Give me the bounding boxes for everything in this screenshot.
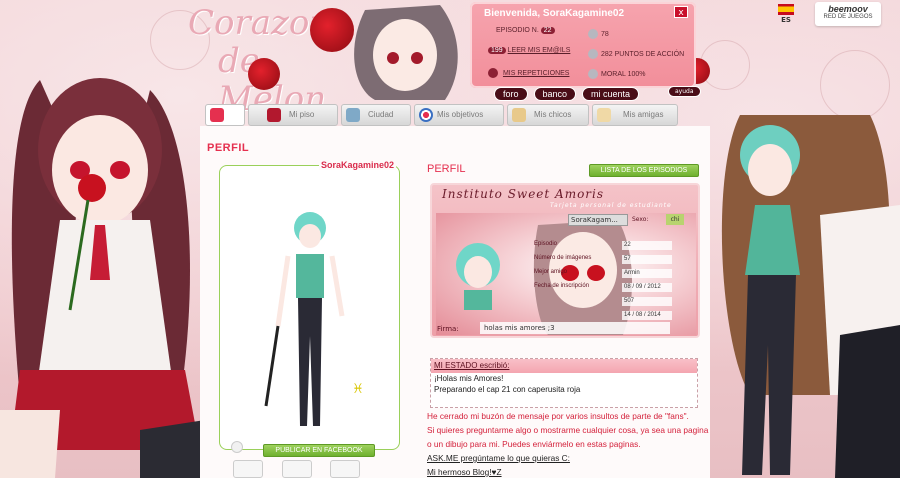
card-field-label: Mejor amigo <box>534 269 568 275</box>
diamond-icon <box>588 29 598 39</box>
episode-label: EPISODIO N. <box>496 27 539 34</box>
card-sex-label: Sexo: <box>632 216 649 223</box>
card-name-value: SoraKagam... <box>568 214 628 226</box>
publish-facebook-button[interactable]: PUBLICAR EN FACEBOOK <box>263 444 375 457</box>
girl-icon <box>597 108 611 122</box>
tab-mis-objetivos[interactable]: Mis objetivos <box>414 104 504 126</box>
spain-flag-icon <box>778 4 794 15</box>
card-field-value: 22 <box>622 241 672 250</box>
welcome-title: Bienvenida, SoraKagamine02 <box>484 8 625 19</box>
status-line: Preparando el cap 21 con caperusita roja <box>434 385 581 394</box>
card-field-value: Armin <box>622 269 672 278</box>
card-field-value: 08 / 09 / 2012 <box>622 283 672 292</box>
card-field-value: 507 <box>622 297 672 306</box>
tab-mis-amigas[interactable]: Mis amigas <box>592 104 678 126</box>
home-icon <box>210 108 224 122</box>
avatar-frame <box>219 165 400 450</box>
rose-decoration <box>248 58 280 90</box>
profile-panel: PERFIL SoraKagamine02 ♓ PUBLICAR EN FACE… <box>200 126 710 478</box>
card-field-value: 57 <box>622 255 672 264</box>
header-character-art <box>354 5 458 100</box>
card-sex-value: chi <box>666 214 684 225</box>
card-avatar-portrait <box>456 243 500 310</box>
pen-icon[interactable] <box>282 460 312 478</box>
signature-label: Firma: <box>437 325 459 333</box>
diamonds-value: 78 <box>601 30 609 38</box>
card-field-value: 14 / 08 / 2014 <box>622 311 672 320</box>
status-heading: MI ESTADO escribió: <box>431 359 697 373</box>
diamonds-row: 78 <box>588 29 609 39</box>
replay-icon <box>488 68 498 78</box>
replays-link[interactable]: MIS REPETICIONES <box>503 70 570 77</box>
card-subtitle: Tarjeta personal de estudiante <box>550 202 672 209</box>
network-brand: beemoov <box>828 4 868 14</box>
tab-mi-piso[interactable]: Mi piso <box>248 104 338 126</box>
tab-label: Mi piso <box>289 110 315 119</box>
zodiac-icon: ♓ <box>352 382 364 397</box>
language-selector[interactable]: ES <box>776 2 796 28</box>
section-title: PERFIL <box>427 163 466 175</box>
my-account-link[interactable]: mi cuenta <box>582 87 640 101</box>
bank-link[interactable]: banco <box>533 87 577 101</box>
episodes-list-button[interactable]: LISTA DE LOS EPISODIOS <box>589 164 699 177</box>
bio-text: He cerrado mi buzón de mensaje por vario… <box>427 409 709 478</box>
mail-row[interactable]: 199 LEER MIS EM@ILS <box>488 47 570 54</box>
morale-value: MORAL 100% <box>601 70 646 78</box>
top-links: foro banco mi cuenta <box>494 87 640 101</box>
bio-line: Si quieres preguntarme algo o mostrarme … <box>427 425 709 449</box>
right-character-art <box>721 115 900 478</box>
welcome-panel: Bienvenida, SoraKagamine02 x EPISODIO N.… <box>470 2 696 88</box>
tab-mis-chicos[interactable]: Mis chicos <box>507 104 589 126</box>
card-title: Instituto Sweet Amoris <box>442 187 605 201</box>
close-button[interactable]: x <box>674 6 688 18</box>
morale-row: MORAL 100% <box>588 69 645 79</box>
avatar-username: SoraKagamine02 <box>319 160 397 170</box>
lock-icon[interactable] <box>233 460 263 478</box>
status-line: ¡Holas mis Amores! <box>434 374 504 383</box>
boy-icon <box>512 108 526 122</box>
page-title: PERFIL <box>207 142 250 154</box>
tab-label: Ciudad <box>368 110 394 119</box>
action-points-value: 282 PUNTOS DE ACCIÓN <box>601 50 685 58</box>
help-link[interactable]: ayuda <box>668 86 701 97</box>
ask-me-link[interactable]: ASK.ME pregúntame lo que quieras C: <box>427 451 709 465</box>
radio-option[interactable] <box>231 441 243 453</box>
heart-icon <box>588 69 598 79</box>
tab-label: Mis amigas <box>623 110 664 119</box>
status-box: MI ESTADO escribió: ¡Holas mis Amores! P… <box>430 358 698 408</box>
card-field-label: Fecha de inscripción <box>534 283 590 289</box>
mail-count-badge: 199 <box>488 47 506 54</box>
student-id-card: Instituto Sweet Amoris Tarjeta personal … <box>430 183 700 338</box>
episode-badge: 22 <box>540 27 555 34</box>
tab-label: Mis objetivos <box>437 110 484 119</box>
card-field-label: Número de imágenes <box>534 255 592 261</box>
tab-ciudad[interactable]: Ciudad <box>341 104 411 126</box>
beemoov-network-link[interactable]: beemoov RED DE JUEGOS <box>815 2 881 26</box>
sofa-icon <box>267 108 281 122</box>
read-mail-link[interactable]: LEER MIS EM@ILS <box>508 47 571 54</box>
main-tabs: Mi piso Ciudad Mis objetivos Mis chicos … <box>205 104 710 126</box>
language-code: ES <box>781 16 791 24</box>
target-icon <box>419 108 433 122</box>
network-label: RED DE JUEGOS <box>823 14 873 20</box>
avatar-thumb-icon[interactable] <box>330 460 360 478</box>
card-field-label: Episodio <box>534 241 558 247</box>
action-points-row: 282 PUNTOS DE ACCIÓN <box>588 49 684 59</box>
city-icon <box>346 108 360 122</box>
tab-label: Mis chicos <box>534 110 572 119</box>
episode-row: EPISODIO N. 22 <box>496 27 555 34</box>
forum-link[interactable]: foro <box>494 87 528 101</box>
logo-text-line1: Corazon <box>188 3 332 43</box>
blog-link[interactable]: Mi hermoso Blog!♥Z <box>427 465 709 478</box>
left-character-art <box>0 78 205 478</box>
bio-line: He cerrado mi buzón de mensaje por vario… <box>427 411 689 421</box>
star-icon <box>588 49 598 59</box>
signature-value: holas mis amores ;3 <box>480 322 670 334</box>
tab-home[interactable] <box>205 104 245 126</box>
avatar-image <box>264 212 345 426</box>
replays-row[interactable]: MIS REPETICIONES <box>488 68 569 78</box>
